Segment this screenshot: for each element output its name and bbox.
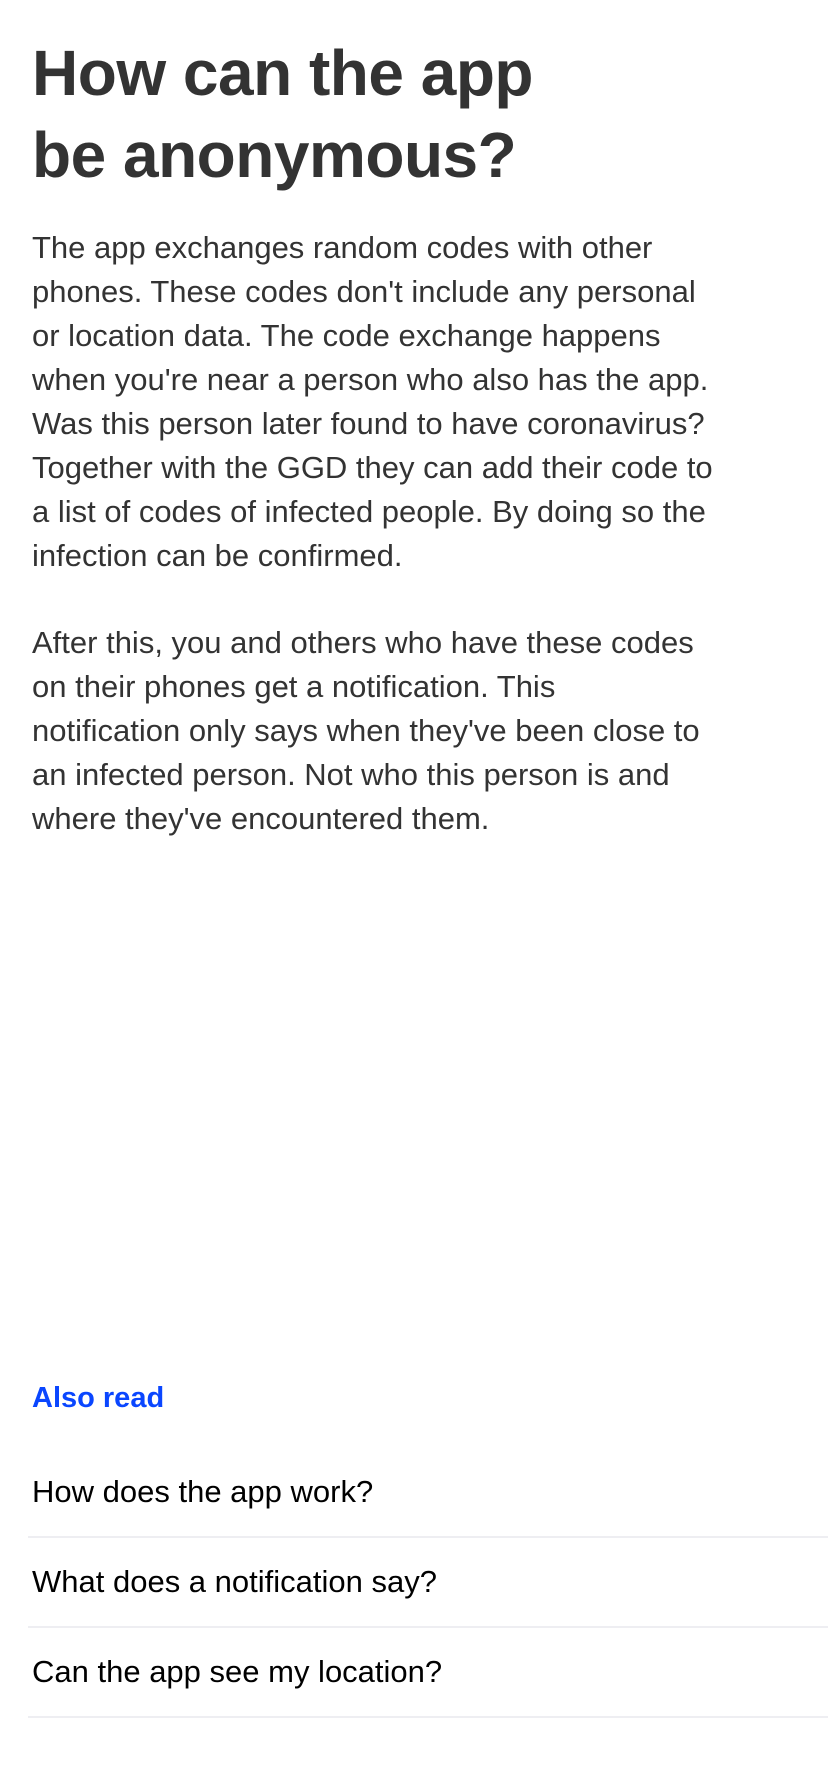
text-line: notification only says when they've been… — [32, 713, 700, 748]
also-read-list: How does the app work? What does a notif… — [28, 1448, 828, 1718]
text-line: where they've encountered them. — [32, 801, 490, 836]
text-line: on their phones get a notification. This — [32, 669, 556, 704]
text-line: Was this person later found to have coro… — [32, 406, 705, 441]
text-line: an infected person. Not who this person … — [32, 757, 670, 792]
text-line: when you're near a person who also has t… — [32, 362, 709, 397]
also-read-heading: Also read — [32, 1382, 165, 1414]
body-paragraph-2: After this, you and others who have thes… — [32, 621, 822, 841]
text-line: or location data. The code exchange happ… — [32, 318, 661, 353]
title-line: How can the app — [32, 37, 534, 109]
also-read-item-how-app-works[interactable]: How does the app work? — [28, 1448, 828, 1538]
text-line: Together with the GGD they can add their… — [32, 450, 713, 485]
title-line: be anonymous? — [32, 119, 517, 191]
also-read-item-notification[interactable]: What does a notification say? — [28, 1538, 828, 1628]
body-paragraph-1: The app exchanges random codes with othe… — [32, 226, 822, 578]
text-line: a list of codes of infected people. By d… — [32, 494, 706, 529]
text-line: infection can be confirmed. — [32, 538, 403, 573]
text-line: After this, you and others who have thes… — [32, 625, 694, 660]
text-line: The app exchanges random codes with othe… — [32, 230, 653, 265]
page-title: How can the app be anonymous? — [32, 32, 534, 196]
text-line: phones. These codes don't include any pe… — [32, 274, 696, 309]
also-read-item-location[interactable]: Can the app see my location? — [28, 1628, 828, 1718]
